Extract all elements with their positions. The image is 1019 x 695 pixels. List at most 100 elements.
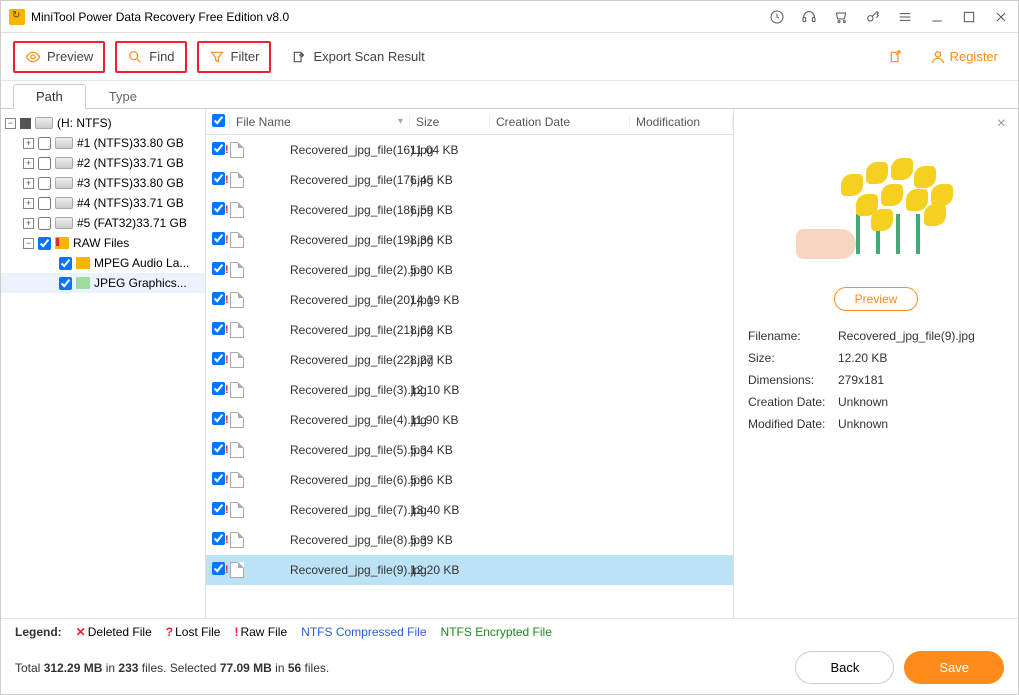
- tab-path[interactable]: Path: [13, 84, 86, 109]
- row-checkbox[interactable]: [212, 382, 225, 395]
- back-button[interactable]: Back: [795, 651, 894, 684]
- file-size: 8.27 KB: [410, 353, 490, 367]
- export-icon: [291, 49, 307, 65]
- register-button[interactable]: Register: [922, 45, 1006, 69]
- toolbar: Preview Find Filter Export Scan Result R…: [1, 33, 1018, 81]
- legend-ntfs-compressed: NTFS Compressed File: [301, 625, 426, 639]
- table-row[interactable]: Recovered_jpg_file(4).jpg11.90 KB: [206, 405, 733, 435]
- col-size[interactable]: Size: [410, 115, 490, 129]
- meta-label: Dimensions:: [748, 373, 838, 387]
- row-checkbox[interactable]: [212, 562, 225, 575]
- list-body[interactable]: Recovered_jpg_file(16).jpg11.04 KBRecove…: [206, 135, 733, 618]
- tree-partition[interactable]: +#3 (NTFS)33.80 GB: [1, 173, 205, 193]
- meta-filename: Recovered_jpg_file(9).jpg: [838, 329, 1004, 343]
- row-checkbox[interactable]: [212, 142, 225, 155]
- find-button[interactable]: Find: [115, 41, 186, 73]
- filter-button[interactable]: Filter: [197, 41, 272, 73]
- cart-icon[interactable]: [832, 8, 850, 26]
- legend-deleted: ✕Deleted File: [76, 625, 152, 639]
- file-icon: [230, 532, 244, 548]
- preview-image-button[interactable]: Preview: [834, 287, 919, 311]
- file-icon: [230, 502, 244, 518]
- tree-raw-files[interactable]: −RAW Files: [1, 233, 205, 253]
- file-size: 5.30 KB: [410, 263, 490, 277]
- table-row[interactable]: Recovered_jpg_file(6).jpg5.86 KB: [206, 465, 733, 495]
- table-row[interactable]: Recovered_jpg_file(8).jpg5.39 KB: [206, 525, 733, 555]
- tree-partition[interactable]: +#1 (NTFS)33.80 GB: [1, 133, 205, 153]
- table-row[interactable]: Recovered_jpg_file(2).jpg5.30 KB: [206, 255, 733, 285]
- table-row[interactable]: Recovered_jpg_file(18).jpg6.59 KB: [206, 195, 733, 225]
- table-row[interactable]: Recovered_jpg_file(21).jpg8.62 KB: [206, 315, 733, 345]
- table-row[interactable]: Recovered_jpg_file(5).jpg5.34 KB: [206, 435, 733, 465]
- tree-root[interactable]: −(H: NTFS): [1, 113, 205, 133]
- file-name: Recovered_jpg_file(7).jpg: [290, 503, 427, 517]
- file-size: 14.19 KB: [410, 293, 490, 307]
- stats-text: Total 312.29 MB in 233 files. Selected 7…: [15, 661, 329, 675]
- tabs: Path Type: [1, 81, 1018, 109]
- window-title: MiniTool Power Data Recovery Free Editio…: [31, 10, 768, 24]
- col-modification[interactable]: Modification: [630, 115, 733, 129]
- headset-icon[interactable]: [800, 8, 818, 26]
- row-checkbox[interactable]: [212, 232, 225, 245]
- table-row[interactable]: Recovered_jpg_file(20).jpg14.19 KB: [206, 285, 733, 315]
- col-creation-date[interactable]: Creation Date: [490, 115, 630, 129]
- menu-icon[interactable]: [896, 8, 914, 26]
- tree-raw-child[interactable]: JPEG Graphics...: [1, 273, 205, 293]
- preview-button[interactable]: Preview: [13, 41, 105, 73]
- meta-label: Filename:: [748, 329, 838, 343]
- table-row[interactable]: Recovered_jpg_file(19).jpg8.36 KB: [206, 225, 733, 255]
- row-checkbox[interactable]: [212, 532, 225, 545]
- sort-icon: ▾: [398, 116, 403, 127]
- file-icon: [230, 442, 244, 458]
- close-icon[interactable]: [992, 8, 1010, 26]
- row-checkbox[interactable]: [212, 442, 225, 455]
- save-button[interactable]: Save: [904, 651, 1004, 684]
- footer: Total 312.29 MB in 233 files. Selected 7…: [1, 641, 1018, 694]
- folder-tree[interactable]: −(H: NTFS) +#1 (NTFS)33.80 GB+#2 (NTFS)3…: [1, 109, 206, 618]
- export-button[interactable]: Export Scan Result: [281, 43, 434, 71]
- meta-size: 12.20 KB: [838, 351, 1004, 365]
- table-row[interactable]: Recovered_jpg_file(3).jpg12.10 KB: [206, 375, 733, 405]
- table-row[interactable]: Recovered_jpg_file(22).jpg8.27 KB: [206, 345, 733, 375]
- file-icon: [230, 232, 244, 248]
- maximize-icon[interactable]: [960, 8, 978, 26]
- row-checkbox[interactable]: [212, 322, 225, 335]
- row-checkbox[interactable]: [212, 172, 225, 185]
- row-checkbox[interactable]: [212, 202, 225, 215]
- table-row[interactable]: Recovered_jpg_file(16).jpg11.04 KB: [206, 135, 733, 165]
- update-icon[interactable]: [768, 8, 786, 26]
- meta-dimensions: 279x181: [838, 373, 1004, 387]
- select-all-checkbox[interactable]: [212, 114, 225, 127]
- table-row[interactable]: Recovered_jpg_file(17).jpg6.45 KB: [206, 165, 733, 195]
- close-preview-icon[interactable]: ×: [997, 115, 1006, 133]
- minimize-icon[interactable]: [928, 8, 946, 26]
- filter-label: Filter: [231, 49, 260, 64]
- table-row[interactable]: Recovered_jpg_file(9).jpg12.20 KB: [206, 555, 733, 585]
- row-checkbox[interactable]: [212, 412, 225, 425]
- file-size: 13.40 KB: [410, 503, 490, 517]
- share-button[interactable]: [880, 45, 912, 69]
- row-checkbox[interactable]: [212, 502, 225, 515]
- file-size: 5.39 KB: [410, 533, 490, 547]
- file-size: 11.04 KB: [410, 143, 490, 157]
- title-bar: MiniTool Power Data Recovery Free Editio…: [1, 1, 1018, 33]
- file-size: 6.45 KB: [410, 173, 490, 187]
- tree-partition[interactable]: +#5 (FAT32)33.71 GB: [1, 213, 205, 233]
- file-name: Recovered_jpg_file(2).jpg: [290, 263, 427, 277]
- table-row[interactable]: Recovered_jpg_file(7).jpg13.40 KB: [206, 495, 733, 525]
- tree-partition[interactable]: +#4 (NTFS)33.71 GB: [1, 193, 205, 213]
- list-header: File Name▾ Size Creation Date Modificati…: [206, 109, 733, 135]
- preview-panel: × Preview Filename:Recovered_jpg_file(9)…: [734, 109, 1018, 618]
- row-checkbox[interactable]: [212, 472, 225, 485]
- tree-raw-child[interactable]: MPEG Audio La...: [1, 253, 205, 273]
- row-checkbox[interactable]: [212, 292, 225, 305]
- row-checkbox[interactable]: [212, 262, 225, 275]
- row-checkbox[interactable]: [212, 352, 225, 365]
- file-list: File Name▾ Size Creation Date Modificati…: [206, 109, 734, 618]
- tab-type[interactable]: Type: [86, 84, 160, 109]
- tree-partition[interactable]: +#2 (NTFS)33.71 GB: [1, 153, 205, 173]
- key-icon[interactable]: [864, 8, 882, 26]
- col-filename[interactable]: File Name▾: [230, 115, 410, 129]
- meta-mdate: Unknown: [838, 417, 1004, 431]
- legend: Legend: ✕Deleted File ?Lost File !Raw Fi…: [1, 618, 1018, 641]
